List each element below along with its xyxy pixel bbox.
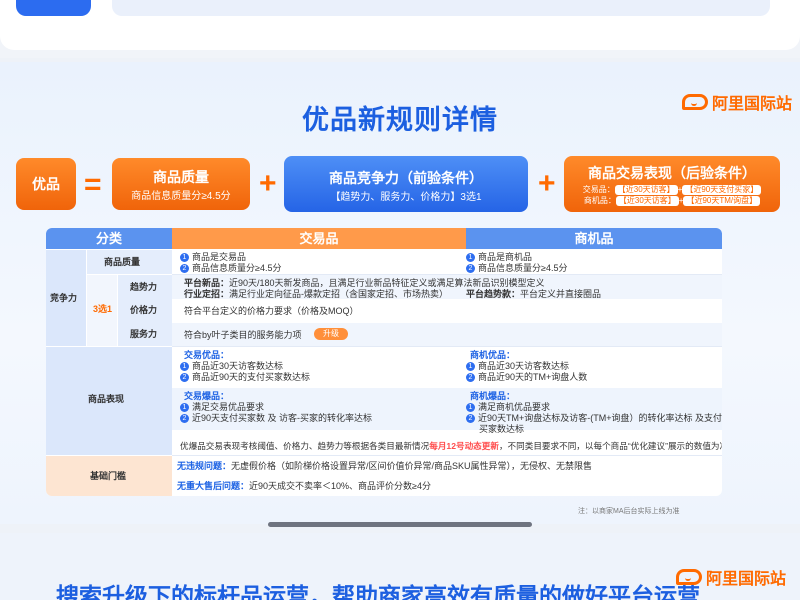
logo-text-bottom: 阿里国际站 (706, 571, 787, 588)
service-label: 服务力 (130, 329, 158, 339)
formula-trade-box: 商品交易表现（后验条件） 交易品： 【近30天访客】 + 【近90天支付买家】 商机品… (564, 156, 780, 212)
formula-competitiveness-box: 商品竞争力（前验条件） 【趋势力、服务力、价格力】3选1 (284, 156, 528, 212)
rules-slide: 优品新规则详情 阿里国际站 优品 = 商品质量 商品信息质量分≥4.5分 + 商… (0, 62, 800, 524)
price-text: 符合平台定义的价格力要求（价格及MOQ） (184, 306, 359, 316)
logo-text: 阿里国际站 (712, 96, 793, 113)
plus-sign-1: + (259, 167, 277, 200)
aftersale-rule: 无重大售后问题：近90天成交不卖率＜10%、商品评价分数≥4分 (177, 481, 431, 491)
formula-row: 优品 = 商品质量 商品信息质量分≥4.5分 + 商品竞争力（前验条件） 【趋势… (16, 156, 780, 214)
trend-platform: 平台趋势款：平台定义并直接圈品 (466, 289, 602, 299)
horizontal-scrollbar[interactable] (268, 522, 532, 527)
formula-result: 优品 (32, 176, 60, 192)
performance-note: 优爆品交易表现考核阈值、价格力、趋势力等根据各类目最新情况每月12号动态更新，不… (180, 441, 722, 451)
number-badge-icon: 2 (466, 373, 475, 383)
slide-title: 优品新规则详情 (302, 105, 498, 135)
trade-line2-label: 商机品： (583, 196, 616, 205)
number-badge-icon: 1 (466, 253, 475, 263)
trade-title: 商品交易表现（后验条件） (588, 165, 756, 181)
trade-good-2: 2 商品近90天的支付买家数达标 (180, 371, 310, 384)
next-slide-area: 搜索升级下的标杆品运营，帮助商家高效有质量的做好平台运营 阿里国际站 (0, 533, 800, 600)
number-badge-icon: 1 (180, 253, 189, 263)
previous-slide-button[interactable] (16, 0, 91, 16)
competitiveness-label: 竞争力 (50, 293, 78, 303)
violation-rule: 无违规问题：无虚假价格（如阶梯价格设置异常/区间价值价异常/商品SKU属性异常）… (177, 461, 593, 471)
opp-hot-3: 买家数达标 (479, 424, 525, 434)
header-opportunity-goods: 商机品 (466, 228, 722, 249)
number-badge-icon: 2 (180, 373, 189, 383)
next-slide-title: 搜索升级下的标杆品运营，帮助商家高效有质量的做好平台运营 (56, 583, 700, 600)
trade-line1-b: 【近90天支付买家】 (682, 185, 762, 195)
trade-line-2: 商机品： 【近30天访客】 + 【近90天TM/询盘】 (564, 196, 780, 206)
number-badge-icon: 1 (466, 403, 475, 413)
plus-sign-2: + (538, 167, 556, 200)
trade-line1-a: 【近30天访客】 (614, 185, 678, 195)
number-badge-icon: 2 (466, 414, 475, 424)
number-badge-icon: 1 (180, 403, 189, 413)
sub-criteria-cell: 趋势力 价格力 服务力 (118, 275, 172, 346)
formula-quality-box: 商品质量 商品信息质量分≥4.5分 (112, 158, 250, 210)
header-category: 分类 (46, 228, 172, 249)
quality-label-cell: 商品质量 (87, 250, 172, 274)
competitiveness-title: 商品竞争力（前验条件） (329, 170, 483, 186)
number-badge-icon: 1 (180, 362, 189, 372)
number-badge-icon: 2 (180, 264, 189, 274)
trade-line1-label: 交易品： (582, 185, 615, 194)
alibaba-logo-icon (676, 569, 702, 585)
number-badge-icon: 2 (180, 414, 189, 424)
trend-line-2: 行业定招：满足行业定向征品-爆款定招（含国家定招、市场热卖） (184, 289, 449, 299)
baseline-label: 基础门槛 (90, 471, 127, 481)
quality-label: 商品质量 (104, 257, 141, 267)
performance-label: 商品表现 (88, 394, 125, 404)
trade-hot-2: 2 近90天支付买家数 及 访客-买家的转化率达标 (180, 412, 372, 425)
competitiveness-label-cell: 竞争力 (46, 250, 86, 346)
previous-slide-card (0, 0, 800, 50)
trend-label: 趋势力 (130, 282, 158, 292)
price-label: 价格力 (130, 305, 158, 315)
quality-title: 商品质量 (153, 169, 209, 185)
trade-line2-a: 【近30天访客】 (615, 196, 679, 206)
previous-slide-field (112, 0, 770, 16)
quality-sub: 商品信息质量分≥4.5分 (131, 191, 231, 202)
number-badge-icon: 2 (466, 264, 475, 274)
alibaba-logo-icon (682, 94, 708, 110)
baseline-label-cell: 基础门槛 (46, 456, 172, 496)
service-text: 符合by叶子类目的服务能力项 (184, 330, 302, 340)
footnote: 注：以商家MA后台实际上线为准 (578, 508, 680, 515)
opp-good-2: 2 商品近90天的TM+询盘人数 (466, 371, 587, 384)
equals-sign: = (84, 168, 102, 201)
alibaba-logo-bottom: 阿里国际站 (676, 565, 786, 589)
competitiveness-sub: 【趋势力、服务力、价格力】3选1 (330, 192, 482, 203)
number-badge-icon: 1 (466, 362, 475, 372)
trade-line-1: 交易品： 【近30天访客】 + 【近90天支付买家】 (564, 185, 780, 195)
pick-text: 3选1 (93, 304, 113, 314)
alibaba-logo: 阿里国际站 (682, 90, 792, 114)
pick-cell: 3选1 (87, 275, 117, 346)
row-divider (172, 455, 722, 456)
performance-label-cell: 商品表现 (46, 347, 172, 455)
upgrade-badge: 升级 (314, 328, 348, 340)
row-divider (172, 346, 722, 347)
header-trade-goods: 交易品 (172, 228, 466, 249)
row-divider (172, 274, 722, 275)
trade-line2-b: 【近90天TM/询盘】 (683, 196, 761, 206)
rules-table: 分类 交易品 商机品 竞争力 商品质量 3选1 趋势力 价格力 服务力 商品表现… (46, 228, 722, 496)
formula-result-box: 优品 (16, 158, 76, 210)
